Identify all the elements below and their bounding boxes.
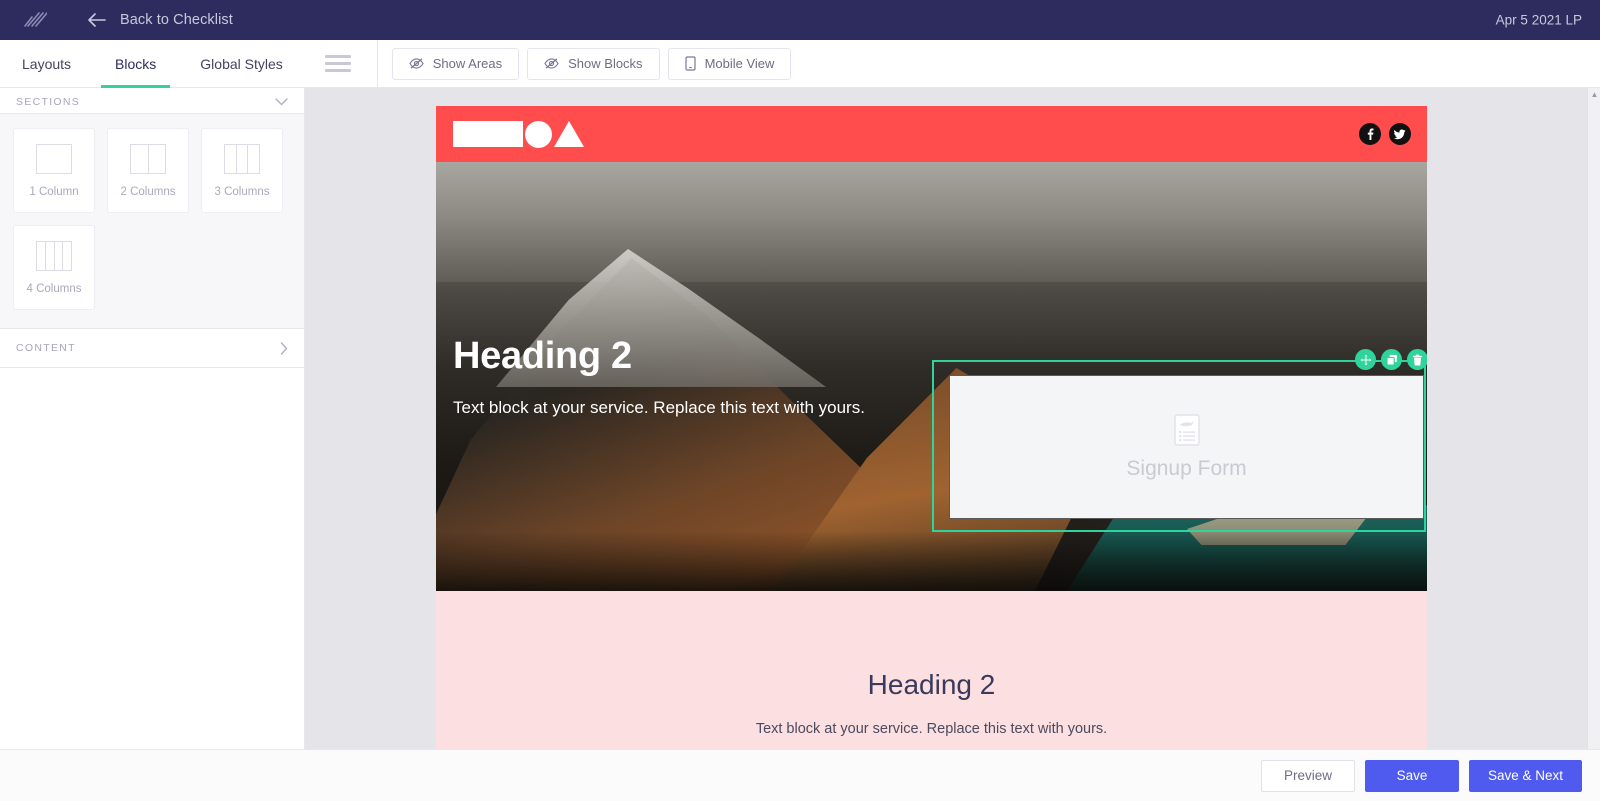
editor-tabs: Layouts Blocks Global Styles bbox=[0, 40, 305, 88]
signup-form-icon bbox=[1173, 413, 1200, 451]
tab-global-styles[interactable]: Global Styles bbox=[178, 40, 304, 87]
column-cell bbox=[225, 144, 237, 173]
pink-section-paragraph: Text block at your service. Replace this… bbox=[755, 721, 1108, 737]
logo-triangle-icon bbox=[554, 121, 584, 147]
site-logo[interactable] bbox=[453, 120, 584, 148]
editor-body: SECTIONS 1 Column 2 Columns 3 Columns 4 … bbox=[0, 88, 1600, 801]
hamburger-line bbox=[324, 69, 351, 72]
column-cell bbox=[46, 241, 55, 270]
preview-button[interactable]: Preview bbox=[1260, 759, 1355, 792]
brand-slash-lines-logo[interactable] bbox=[22, 9, 48, 31]
column-cell bbox=[131, 144, 149, 173]
pink-section-heading: Heading 2 bbox=[867, 669, 996, 700]
hero-text-block[interactable]: Heading 2 Text block at your service. Re… bbox=[453, 335, 923, 423]
show-blocks-label: Show Blocks bbox=[568, 56, 643, 71]
one-column-icon bbox=[36, 143, 72, 174]
back-to-checklist-link[interactable]: Back to Checklist bbox=[88, 12, 233, 28]
copy-icon[interactable] bbox=[1381, 349, 1402, 370]
section-card-label: 2 Columns bbox=[120, 185, 176, 198]
block-action-toolbar bbox=[1355, 349, 1427, 370]
save-button-label: Save bbox=[1396, 768, 1428, 783]
column-cell bbox=[248, 145, 259, 173]
sections-panel-header[interactable]: SECTIONS bbox=[0, 88, 304, 113]
canvas-scrollbar[interactable]: ▲ bbox=[1587, 88, 1600, 801]
eye-slash-icon bbox=[544, 57, 559, 70]
page-canvas[interactable]: Heading 2 Text block at your service. Re… bbox=[305, 88, 1600, 801]
chevron-down-icon[interactable] bbox=[275, 97, 288, 106]
facebook-icon[interactable] bbox=[1359, 123, 1381, 145]
show-areas-label: Show Areas bbox=[432, 56, 503, 71]
arrow-left-icon bbox=[88, 13, 106, 27]
preview-button-label: Preview bbox=[1283, 768, 1332, 783]
show-blocks-button[interactable]: Show Blocks bbox=[527, 47, 660, 80]
column-cell bbox=[37, 241, 46, 270]
mobile-view-label: Mobile View bbox=[704, 56, 775, 71]
two-columns-icon bbox=[130, 143, 166, 174]
tab-blocks-label: Blocks bbox=[115, 55, 157, 72]
four-columns-icon bbox=[36, 240, 72, 271]
app-top-bar: Back to Checklist Apr 5 2021 LP bbox=[0, 0, 1600, 40]
logo-rectangle-icon bbox=[453, 121, 523, 147]
social-links bbox=[1359, 123, 1411, 145]
scroll-up-arrow-icon[interactable]: ▲ bbox=[1590, 90, 1599, 99]
tab-layouts-label: Layouts bbox=[22, 55, 72, 72]
three-columns-icon bbox=[224, 143, 260, 174]
mobile-phone-icon bbox=[684, 56, 696, 71]
hamburger-line bbox=[324, 62, 351, 65]
selected-block-outline[interactable]: Signup Form bbox=[932, 349, 1427, 532]
section-card-label: 3 Columns bbox=[214, 185, 270, 198]
eye-slash-icon bbox=[409, 57, 424, 70]
signup-form-placeholder[interactable]: Signup Form bbox=[949, 375, 1424, 519]
signup-form-label: Signup Form bbox=[1126, 456, 1247, 480]
column-cell bbox=[149, 145, 166, 173]
hero-section[interactable]: Heading 2 Text block at your service. Re… bbox=[436, 162, 1427, 591]
move-arrows-icon[interactable] bbox=[1355, 349, 1376, 370]
section-card-2-columns[interactable]: 2 Columns bbox=[107, 128, 189, 213]
section-card-4-columns[interactable]: 4 Columns bbox=[13, 225, 95, 310]
twitter-icon[interactable] bbox=[1389, 123, 1411, 145]
section-card-1-column[interactable]: 1 Column bbox=[13, 128, 95, 213]
back-to-checklist-label: Back to Checklist bbox=[120, 12, 233, 28]
column-cell bbox=[237, 144, 249, 173]
site-header-bar bbox=[436, 106, 1427, 162]
sections-panel-title: SECTIONS bbox=[16, 95, 81, 108]
tab-layouts[interactable]: Layouts bbox=[0, 40, 93, 87]
content-panel-title: CONTENT bbox=[16, 342, 76, 354]
section-card-label: 1 Column bbox=[29, 185, 79, 198]
mobile-view-button[interactable]: Mobile View bbox=[667, 47, 792, 80]
hamburger-icon[interactable] bbox=[311, 40, 365, 87]
hero-vignette bbox=[436, 531, 1427, 591]
trash-icon[interactable] bbox=[1407, 349, 1427, 370]
save-and-next-button[interactable]: Save & Next bbox=[1468, 759, 1582, 792]
tab-global-styles-label: Global Styles bbox=[200, 55, 283, 72]
save-and-next-button-label: Save & Next bbox=[1487, 768, 1563, 783]
section-card-label: 4 Columns bbox=[26, 282, 82, 295]
landing-page-preview: Heading 2 Text block at your service. Re… bbox=[436, 106, 1427, 797]
save-button[interactable]: Save bbox=[1364, 759, 1459, 792]
editor-toolbar: Layouts Blocks Global Styles Show Areas bbox=[0, 40, 1600, 88]
editor-footer-bar: Preview Save Save & Next bbox=[0, 749, 1600, 801]
section-card-3-columns[interactable]: 3 Columns bbox=[201, 128, 283, 213]
content-panel-header[interactable]: CONTENT bbox=[0, 328, 304, 368]
hero-heading: Heading 2 bbox=[453, 335, 632, 377]
hero-paragraph: Text block at your service. Replace this… bbox=[453, 397, 865, 417]
column-cell bbox=[55, 241, 64, 270]
tab-blocks[interactable]: Blocks bbox=[93, 40, 178, 88]
sections-card-grid: 1 Column 2 Columns 3 Columns 4 Columns bbox=[0, 113, 304, 328]
document-date-label: Apr 5 2021 LP bbox=[1495, 12, 1582, 28]
hamburger-line bbox=[324, 55, 351, 58]
column-cell bbox=[37, 145, 71, 173]
show-areas-button[interactable]: Show Areas bbox=[391, 47, 520, 80]
logo-circle-icon bbox=[525, 120, 552, 148]
toolbar-divider bbox=[376, 40, 378, 87]
chevron-right-icon[interactable] bbox=[280, 341, 288, 355]
left-sidebar: SECTIONS 1 Column 2 Columns 3 Columns 4 … bbox=[0, 88, 305, 801]
toolbar-button-group: Show Areas Show Blocks Mobile View bbox=[386, 40, 792, 87]
column-cell bbox=[63, 242, 71, 270]
hero-sky-layer bbox=[436, 162, 1427, 282]
